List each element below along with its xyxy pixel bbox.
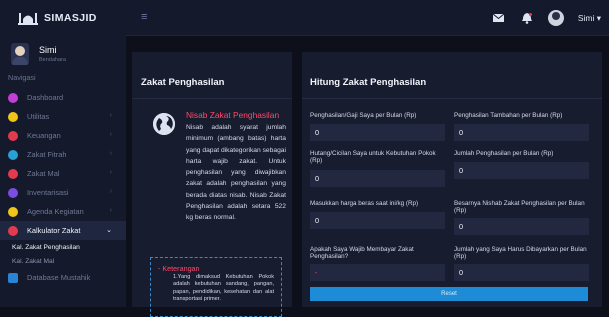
zakat-fitrah-icon (8, 149, 18, 160)
sidebar-item-label: Zakat Mal (27, 169, 60, 178)
tambahan-input[interactable] (454, 124, 589, 141)
chevron-down-icon: ▾ (596, 12, 601, 23)
topbar-actions: Simi ▾ (492, 0, 601, 36)
sidebar-item-utilitas[interactable]: Utilitas › (0, 107, 126, 126)
user-menu[interactable]: Simi ▾ (578, 13, 601, 24)
chevron-right-icon: › (109, 207, 112, 214)
field-jumlah-penghasilan: Jumlah Penghasilan per Bulan (Rp) (454, 150, 589, 179)
field-bayar: Jumlah yang Saya Harus Dibayarkan per Bu… (454, 246, 589, 281)
field-gaji: Penghasilan/Gaji Saya per Bulan (Rp) (310, 112, 445, 141)
chevron-right-icon: › (109, 131, 112, 138)
nisab-text: Nisab adalah syarat jumlah minimum (amba… (186, 124, 287, 222)
chevron-right-icon: › (109, 169, 112, 176)
user-name: Simi (39, 45, 57, 55)
hutang-input[interactable] (310, 170, 445, 187)
chevron-right-icon: › (109, 188, 112, 195)
sidebar-item-label: Kalkulator Zakat (27, 226, 81, 235)
keterangan-title: - Keterangan (158, 264, 200, 273)
user-avatar (11, 43, 29, 65)
sidebar-item-label: Dashboard (27, 93, 64, 102)
sidebar-item-label: Database Mustahik (27, 273, 91, 282)
sidebar-item-dashboard[interactable]: Dashboard (0, 88, 126, 107)
main-content: Zakat Penghasilan Nisab Zakat Penghasila… (126, 36, 609, 317)
gaji-input[interactable] (310, 124, 445, 141)
nisab-title: Nisab Zakat Penghasilan (186, 110, 280, 120)
avatar[interactable] (547, 10, 564, 26)
info-card-title: Zakat Penghasilan (141, 77, 225, 88)
sidebar-item-keuangan[interactable]: Keuangan › (0, 126, 126, 145)
field-wajib: Apakah Saya Wajib Membayar Zakat Penghas… (310, 246, 445, 281)
hamburger-icon[interactable]: ≡ (141, 11, 147, 23)
sidebar-nav: Dashboard Utilitas › Keuangan › Zakat Fitr… (0, 88, 126, 240)
jumlah-penghasilan-output[interactable] (454, 162, 589, 179)
calendar-icon (8, 206, 18, 217)
sidebar-item-inventarisasi[interactable]: Inventarisasi › (0, 183, 126, 202)
sidebar-item-kalkulator-zakat[interactable]: Kalkulator Zakat ⌄ (0, 221, 126, 240)
nisab-block: Nisab Zakat Penghasilan Nisab adalah sya… (186, 110, 286, 224)
field-label: Jumlah Penghasilan per Bulan (Rp) (454, 150, 554, 157)
sidebar-item-label: Inventarisasi (27, 188, 69, 197)
sidebar-item-label: Zakat Fitrah (27, 150, 67, 159)
sidebar-item-database-mustahik[interactable]: Database Mustahik (0, 268, 126, 287)
bell-icon[interactable] (520, 11, 534, 25)
chevron-right-icon: › (109, 150, 112, 157)
divider (132, 98, 292, 99)
finance-icon (8, 130, 18, 141)
zakat-mal-icon (8, 168, 18, 179)
info-card: Zakat Penghasilan Nisab Zakat Penghasila… (132, 52, 292, 317)
field-tambahan: Penghasilan Tambahan per Bulan (Rp) (454, 112, 589, 141)
divider (302, 98, 602, 99)
calculator-card: Hitung Zakat Penghasilan Penghasilan/Gaj… (302, 52, 602, 307)
brand-name: SIMASJID (44, 12, 97, 24)
nishab-output[interactable] (454, 218, 589, 235)
field-hutang: Hutang/Cicilan Saya untuk Kebutuhan Poko… (310, 150, 445, 187)
reset-button[interactable]: Reset (310, 287, 588, 301)
sidebar-item-zakat-mal[interactable]: Zakat Mal › (0, 164, 126, 183)
field-label: Penghasilan Tambahan per Bulan (Rp) (454, 112, 563, 119)
field-label: Besarnya Nishab Zakat Penghasilan per Bu… (454, 200, 585, 215)
field-harga-beras: Masukkan harga beras saat ini/kg (Rp) (310, 200, 445, 229)
database-icon (8, 272, 18, 283)
utilities-icon (8, 111, 18, 122)
dashboard-icon (8, 92, 18, 103)
globe-icon (153, 113, 175, 135)
field-label: Apakah Saya Wajib Membayar Zakat Penghas… (310, 246, 414, 261)
keterangan-text: 1.Yang dimaksud Kebutuhan Pokok adalah k… (173, 274, 274, 302)
field-label: Hutang/Cicilan Saya untuk Kebutuhan Poko… (310, 150, 436, 165)
sidebar-item-label: Keuangan (27, 131, 61, 140)
field-label: Penghasilan/Gaji Saya per Bulan (Rp) (310, 112, 417, 119)
chevron-down-icon: ⌄ (106, 227, 112, 234)
inventory-icon (8, 187, 18, 198)
top-bar: SIMASJID ≡ Simi ▾ (0, 0, 609, 36)
calculator-card-title: Hitung Zakat Penghasilan (310, 77, 427, 88)
field-label: Masukkan harga beras saat ini/kg (Rp) (310, 200, 419, 207)
nav-heading: Navigasi (8, 73, 36, 82)
bayar-output[interactable] (454, 264, 589, 281)
harga-beras-input[interactable] (310, 212, 445, 229)
sidebar-subitem-zakat-penghasilan[interactable]: Kal. Zakat Penghasilan (0, 240, 126, 254)
user-panel: Simi Bendahara (0, 36, 126, 66)
sidebar-item-agenda[interactable]: Agenda Kegiatan › (0, 202, 126, 221)
keterangan-box: - Keterangan 1.Yang dimaksud Kebutuhan P… (150, 257, 282, 317)
sidebar-nav-more: Database Mustahik (0, 268, 126, 287)
field-nishab: Besarnya Nishab Zakat Penghasilan per Bu… (454, 200, 589, 235)
mail-icon[interactable] (492, 11, 506, 25)
wajib-output[interactable] (310, 264, 445, 281)
user-status: Bendahara (39, 57, 66, 63)
sidebar: Simi Bendahara Navigasi Dashboard Utilit… (0, 36, 126, 307)
sidebar-item-label: Utilitas (27, 112, 50, 121)
username-label: Simi (577, 12, 595, 23)
mosque-logo-icon (18, 11, 38, 25)
sidebar-item-zakat-fitrah[interactable]: Zakat Fitrah › (0, 145, 126, 164)
sidebar-item-label: Agenda Kegiatan (27, 207, 84, 216)
chevron-right-icon: › (109, 112, 112, 119)
brand[interactable]: SIMASJID (0, 0, 126, 36)
calculator-icon (8, 225, 18, 236)
sidebar-subitem-zakat-mal[interactable]: Kal. Zakat Mal (0, 254, 126, 268)
field-label: Jumlah yang Saya Harus Dibayarkan per Bu… (454, 246, 587, 261)
